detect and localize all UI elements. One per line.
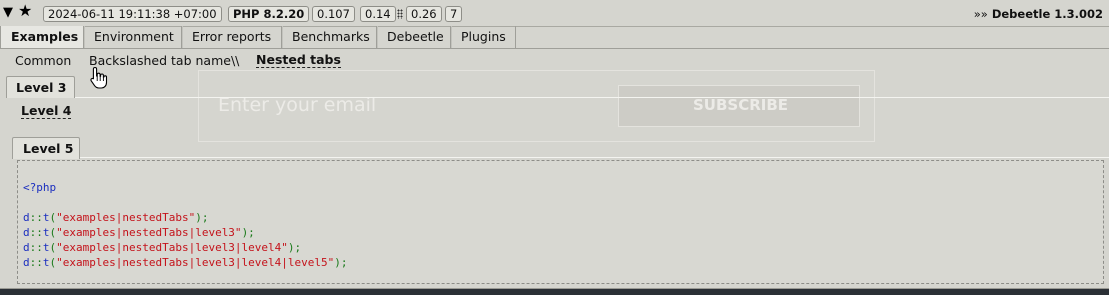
code-line: d::t("examples|nestedTabs|level3"); [23,226,255,239]
tab-environment[interactable]: Environment [84,26,182,48]
tab-level-4-label: Level 4 [21,103,72,119]
php-version-badge: PHP 8.2.20 [228,6,310,22]
metric-badge-4: 7 [445,6,463,22]
tab-level-5[interactable]: Level 5 [12,137,80,159]
code-block: <?php d::t("examples|nestedTabs"); d::t(… [17,160,1104,284]
toolbar: ▼ ★ 2024-06-11 19:11:38 +07:00 PHP 8.2.2… [0,0,1109,27]
metric-badge-2: 0.14 [360,6,396,22]
subtab-nested-tabs[interactable]: Nested tabs [256,53,341,68]
tab-debeetle[interactable]: Debeetle [377,26,451,48]
brand-label[interactable]: »» Debeetle 1.3.002 [974,7,1103,21]
double-chevron-icon: »» [973,7,988,21]
sub-tabs: Common Backslashed tab name\\ Nested tab… [0,49,1109,73]
background-newsletter-box [198,70,875,142]
hand-cursor-icon [90,66,108,89]
code-line: d::t("examples|nestedTabs|level3|level4|… [23,256,348,269]
tab-benchmarks[interactable]: Benchmarks [282,26,377,48]
subtab-common[interactable]: Common [15,53,71,68]
divider [75,97,1109,98]
tab-level-4[interactable]: Level 4 [21,103,72,119]
brand-name: Debeetle 1.3.002 [991,7,1103,21]
datetime-badge: 2024-06-11 19:11:38 +07:00 [43,6,222,22]
code-content: <?php d::t("examples|nestedTabs"); d::t(… [23,180,348,270]
tab-level-3[interactable]: Level 3 [6,76,75,98]
metric-badge-1: 0.107 [312,6,355,22]
star-icon[interactable]: ★ [18,2,32,20]
tab-examples[interactable]: Examples [0,26,84,48]
divider [80,157,1109,158]
tab-plugins[interactable]: Plugins [451,26,516,48]
subtab-backslashed[interactable]: Backslashed tab name\\ [89,53,239,68]
grip-icon[interactable] [397,9,403,19]
tab-error-reports[interactable]: Error reports [182,26,282,48]
php-open-tag: <?php [23,181,57,194]
code-line: d::t("examples|nestedTabs"); [23,211,209,224]
debug-panel: Enter your email SUBSCRIBE ▼ ★ 2024-06-1… [0,0,1109,289]
code-line: d::t("examples|nestedTabs|level3|level4"… [23,241,302,254]
background-subscribe-label: SUBSCRIBE [693,96,789,114]
triangle-down-icon[interactable]: ▼ [3,4,13,22]
main-tabs: Examples Environment Error reports Bench… [0,26,1109,49]
metric-badge-3: 0.26 [406,6,442,22]
background-subscribe-button [618,85,860,127]
